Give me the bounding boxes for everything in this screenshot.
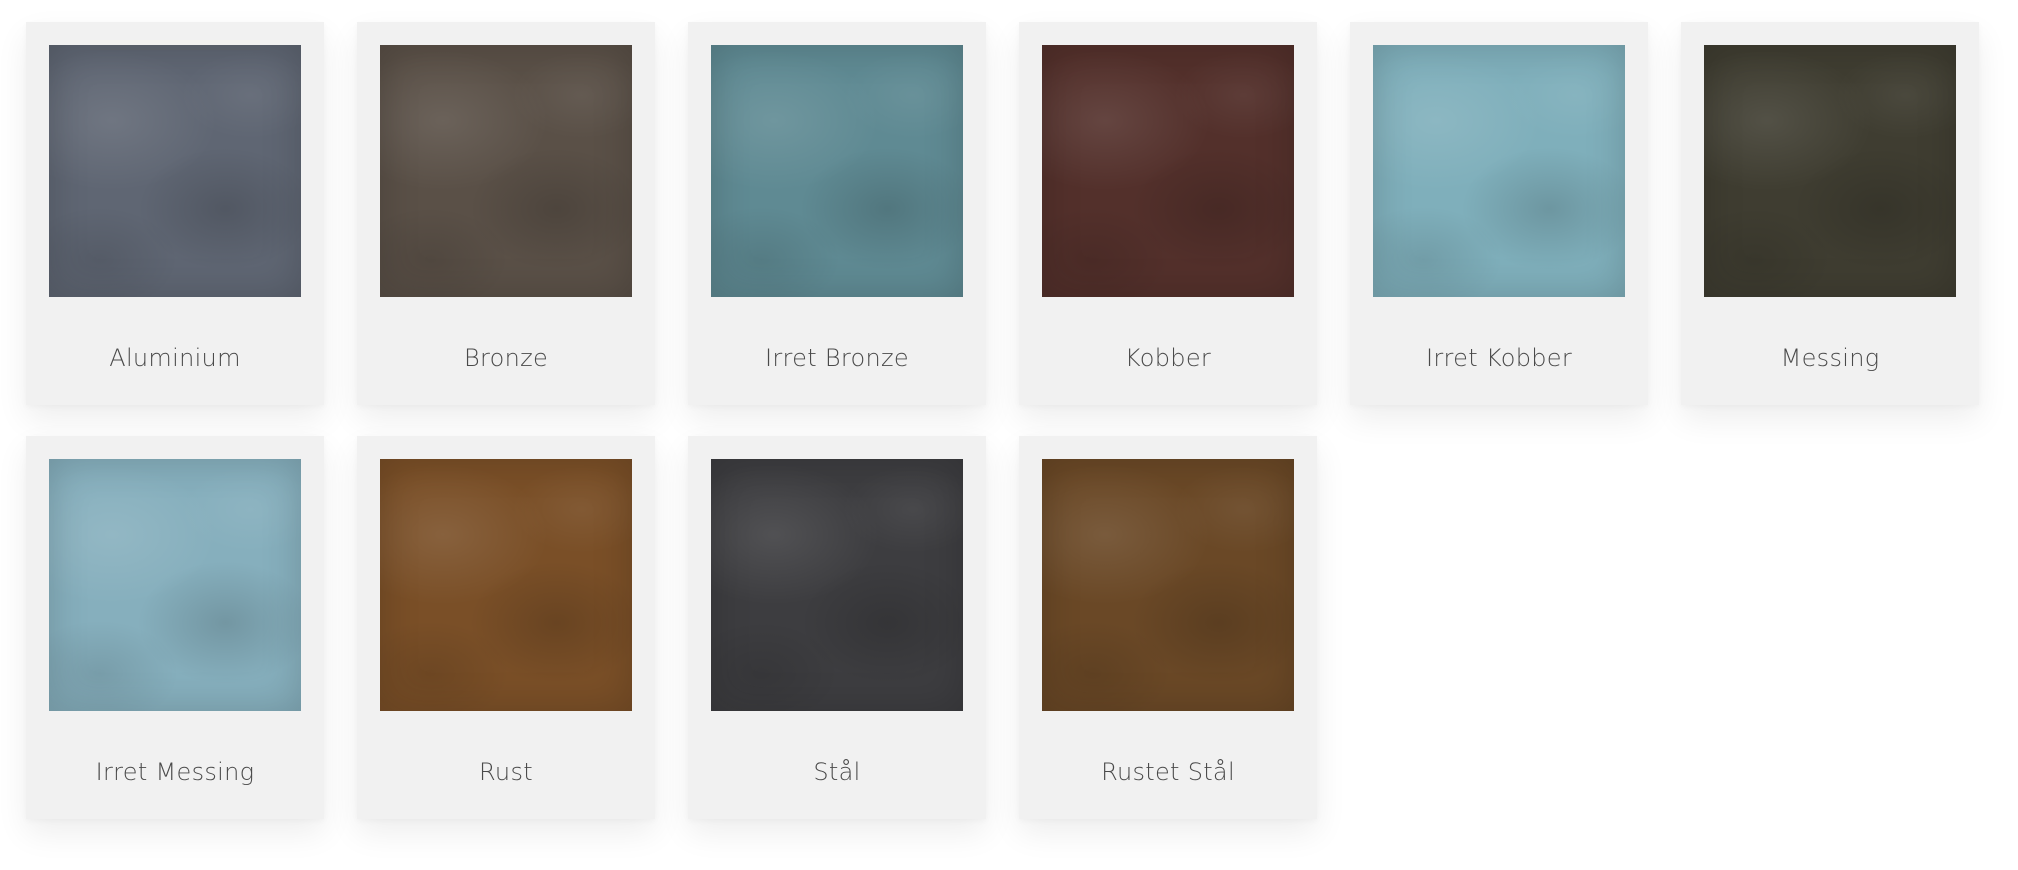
finish-label: Messing: [1780, 344, 1880, 372]
finish-swatch-image: [49, 45, 301, 297]
finish-label: Irret Kobber: [1425, 344, 1573, 372]
finish-label: Irret Messing: [95, 758, 255, 786]
finish-label: Bronze: [463, 344, 549, 372]
finish-swatch-image: [380, 459, 632, 711]
finish-card-rustet-staal[interactable]: Rustet Stål: [1019, 436, 1317, 819]
finish-label: Rustet Stål: [1101, 758, 1235, 786]
finish-grid: Aluminium Bronze Irret Bronze Kobber Irr…: [26, 22, 1979, 819]
finish-card-irret-bronze[interactable]: Irret Bronze: [688, 22, 986, 405]
finish-card-aluminium[interactable]: Aluminium: [26, 22, 324, 405]
finish-label: Stål: [813, 758, 861, 786]
finish-swatch-image: [711, 45, 963, 297]
finish-card-messing[interactable]: Messing: [1681, 22, 1979, 405]
finish-label: Kobber: [1124, 344, 1212, 372]
finish-card-irret-kobber[interactable]: Irret Kobber: [1350, 22, 1648, 405]
finish-card-kobber[interactable]: Kobber: [1019, 22, 1317, 405]
finish-swatch-image: [1042, 459, 1294, 711]
finish-label: Irret Bronze: [764, 344, 909, 372]
finish-swatch-image: [1042, 45, 1294, 297]
finish-swatch-image: [711, 459, 963, 711]
finish-card-bronze[interactable]: Bronze: [357, 22, 655, 405]
finish-label: Rust: [479, 758, 533, 786]
finish-card-staal[interactable]: Stål: [688, 436, 986, 819]
finish-card-irret-messing[interactable]: Irret Messing: [26, 436, 324, 819]
finish-card-rust[interactable]: Rust: [357, 436, 655, 819]
finish-swatch-image: [1373, 45, 1625, 297]
finish-swatch-image: [380, 45, 632, 297]
finish-swatch-image: [49, 459, 301, 711]
finish-swatch-image: [1704, 45, 1956, 297]
finish-label: Aluminium: [109, 344, 241, 372]
